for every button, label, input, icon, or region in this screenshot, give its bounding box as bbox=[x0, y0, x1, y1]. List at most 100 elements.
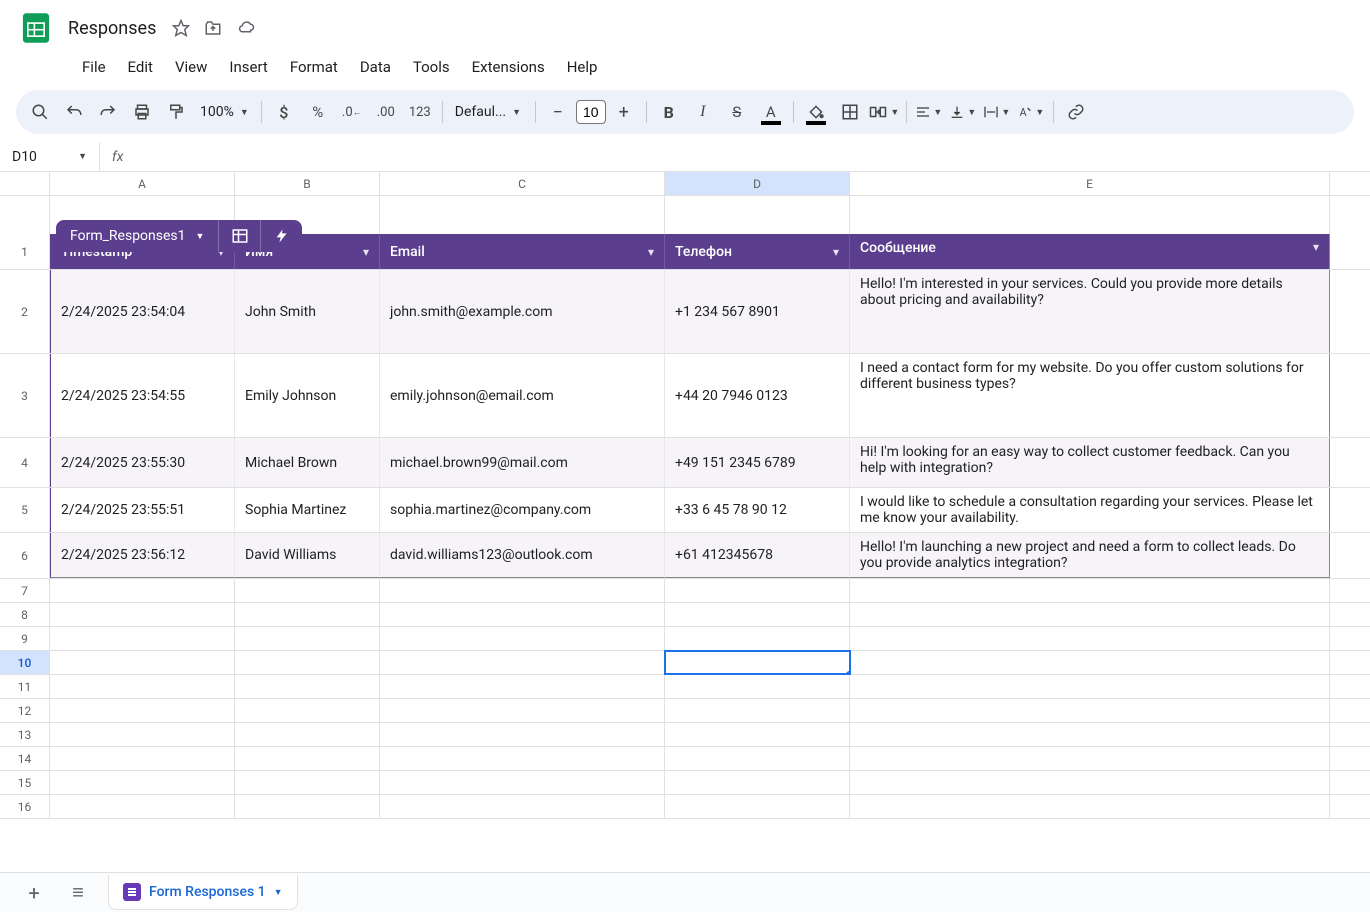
cell[interactable] bbox=[380, 699, 665, 722]
strikethrough-icon[interactable]: S bbox=[721, 97, 753, 127]
cell[interactable]: sophia.martinez@company.com bbox=[380, 488, 665, 532]
cell[interactable] bbox=[235, 795, 380, 818]
more-formats-icon[interactable]: 123 bbox=[404, 97, 436, 127]
bold-icon[interactable]: B bbox=[653, 97, 685, 127]
cell[interactable] bbox=[50, 771, 235, 794]
cell[interactable]: 2/24/2025 23:55:51 bbox=[50, 488, 235, 532]
spreadsheet-grid[interactable]: ABCDE Form_Responses1▼ 1Timestamp▾Имя▾Em… bbox=[0, 172, 1370, 884]
row-header[interactable]: 11 bbox=[0, 675, 50, 698]
row-header[interactable]: 7 bbox=[0, 579, 50, 602]
row-header[interactable]: 10 bbox=[0, 651, 50, 674]
menu-view[interactable]: View bbox=[165, 52, 217, 82]
row-header[interactable]: 5 bbox=[0, 488, 50, 532]
cell[interactable] bbox=[850, 603, 1330, 626]
row-header[interactable]: 3 bbox=[0, 354, 50, 437]
menu-data[interactable]: Data bbox=[350, 52, 401, 82]
cell[interactable] bbox=[665, 627, 850, 650]
rotation-icon[interactable]: A▼ bbox=[1015, 97, 1047, 127]
menu-insert[interactable]: Insert bbox=[219, 52, 277, 82]
cell[interactable]: John Smith bbox=[235, 270, 380, 353]
cell[interactable] bbox=[235, 627, 380, 650]
row-header[interactable]: 8 bbox=[0, 603, 50, 626]
menu-extensions[interactable]: Extensions bbox=[462, 52, 555, 82]
cell[interactable]: David Williams bbox=[235, 533, 380, 578]
cell[interactable] bbox=[850, 795, 1330, 818]
cell[interactable] bbox=[665, 771, 850, 794]
cell[interactable] bbox=[50, 747, 235, 770]
add-sheet-button[interactable]: + bbox=[20, 881, 48, 905]
row-header[interactable]: 13 bbox=[0, 723, 50, 746]
cell[interactable] bbox=[665, 795, 850, 818]
cell[interactable]: Emily Johnson bbox=[235, 354, 380, 437]
cell[interactable]: john.smith@example.com bbox=[380, 270, 665, 353]
menu-edit[interactable]: Edit bbox=[118, 52, 163, 82]
row-header[interactable]: 12 bbox=[0, 699, 50, 722]
h-align-icon[interactable]: ▼ bbox=[913, 97, 945, 127]
italic-icon[interactable]: I bbox=[687, 97, 719, 127]
cell[interactable]: 2/24/2025 23:54:04 bbox=[50, 270, 235, 353]
row-header[interactable]: 9 bbox=[0, 627, 50, 650]
star-icon[interactable] bbox=[172, 19, 190, 37]
cell[interactable] bbox=[235, 723, 380, 746]
cell[interactable] bbox=[235, 771, 380, 794]
table-header-cell[interactable]: Email▾ bbox=[380, 234, 665, 269]
select-all-corner[interactable] bbox=[0, 172, 50, 195]
cell[interactable] bbox=[850, 579, 1330, 602]
table-name-chip[interactable]: Form_Responses1▼ bbox=[56, 220, 218, 252]
cell[interactable]: Hello! I'm interested in your services. … bbox=[850, 270, 1330, 353]
cell[interactable]: michael.brown99@mail.com bbox=[380, 438, 665, 487]
row-header[interactable]: 15 bbox=[0, 771, 50, 794]
v-align-icon[interactable]: ▼ bbox=[947, 97, 979, 127]
cell[interactable]: +44 20 7946 0123 bbox=[665, 354, 850, 437]
doc-title[interactable]: Responses bbox=[68, 18, 156, 39]
cell[interactable] bbox=[665, 603, 850, 626]
cell[interactable] bbox=[235, 651, 380, 674]
cell[interactable] bbox=[850, 747, 1330, 770]
cell[interactable]: I need a contact form for my website. Do… bbox=[850, 354, 1330, 437]
menu-tools[interactable]: Tools bbox=[403, 52, 460, 82]
col-header-B[interactable]: B bbox=[235, 172, 380, 195]
menu-help[interactable]: Help bbox=[557, 52, 608, 82]
table-header-cell[interactable]: Сообщение▾ bbox=[850, 234, 1330, 269]
cell[interactable]: 2/24/2025 23:56:12 bbox=[50, 533, 235, 578]
cell[interactable] bbox=[665, 747, 850, 770]
cell[interactable] bbox=[850, 771, 1330, 794]
name-box[interactable]: D10▼ bbox=[0, 142, 100, 171]
cell[interactable]: Sophia Martinez bbox=[235, 488, 380, 532]
text-color-icon[interactable]: A bbox=[755, 97, 787, 127]
cell[interactable]: +61 412345678 bbox=[665, 533, 850, 578]
cell[interactable] bbox=[850, 675, 1330, 698]
cell[interactable] bbox=[380, 651, 665, 674]
row-header[interactable]: 6 bbox=[0, 533, 50, 578]
table-header-cell[interactable]: Телефон▾ bbox=[665, 234, 850, 269]
cell[interactable] bbox=[380, 747, 665, 770]
borders-icon[interactable] bbox=[834, 97, 866, 127]
undo-icon[interactable] bbox=[58, 97, 90, 127]
cell[interactable] bbox=[235, 675, 380, 698]
cell[interactable]: Michael Brown bbox=[235, 438, 380, 487]
cell[interactable] bbox=[50, 603, 235, 626]
cell[interactable]: +33 6 45 78 90 12 bbox=[665, 488, 850, 532]
table-view-icon[interactable] bbox=[218, 220, 260, 252]
cell[interactable]: david.williams123@outlook.com bbox=[380, 533, 665, 578]
font-select[interactable]: Defaul...▼ bbox=[449, 104, 529, 120]
fill-color-icon[interactable] bbox=[800, 97, 832, 127]
cell[interactable] bbox=[50, 675, 235, 698]
cell[interactable]: emily.johnson@email.com bbox=[380, 354, 665, 437]
percent-icon[interactable]: % bbox=[302, 97, 334, 127]
currency-icon[interactable]: $ bbox=[268, 97, 300, 127]
cell[interactable] bbox=[665, 699, 850, 722]
cell[interactable] bbox=[50, 579, 235, 602]
sheets-logo[interactable] bbox=[16, 8, 56, 48]
cell[interactable] bbox=[665, 651, 850, 674]
cell[interactable] bbox=[850, 627, 1330, 650]
cell[interactable]: Hi! I'm looking for an easy way to colle… bbox=[850, 438, 1330, 487]
font-size-input[interactable] bbox=[576, 100, 606, 124]
cell[interactable] bbox=[50, 627, 235, 650]
menu-format[interactable]: Format bbox=[280, 52, 348, 82]
link-icon[interactable] bbox=[1060, 97, 1092, 127]
row-header[interactable]: 4 bbox=[0, 438, 50, 487]
cell[interactable] bbox=[665, 675, 850, 698]
cell[interactable] bbox=[380, 771, 665, 794]
cell[interactable] bbox=[850, 723, 1330, 746]
